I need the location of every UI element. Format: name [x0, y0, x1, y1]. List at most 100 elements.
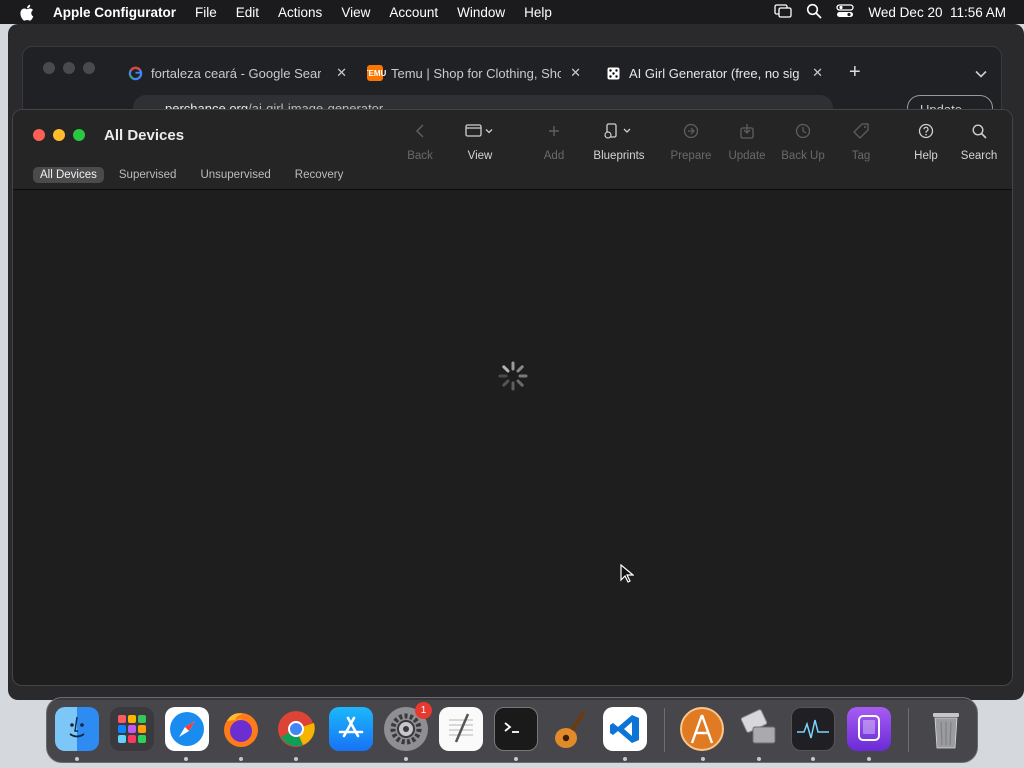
- add-button[interactable]: Add: [522, 120, 586, 162]
- running-indicator: [239, 757, 243, 761]
- activity-monitor-icon[interactable]: [791, 707, 835, 751]
- plus-icon: [522, 120, 586, 142]
- search-label: Search: [960, 150, 998, 162]
- trash-icon[interactable]: [924, 707, 968, 751]
- menu-window[interactable]: Window: [457, 5, 505, 20]
- running-indicator: [184, 757, 188, 761]
- back-up-button[interactable]: Back Up: [771, 120, 835, 162]
- blueprints-button[interactable]: Blueprints: [587, 120, 651, 162]
- menu-file[interactable]: File: [195, 5, 217, 20]
- garageband-icon[interactable]: [548, 707, 592, 751]
- new-tab-icon[interactable]: +: [849, 61, 861, 84]
- search-button[interactable]: Search: [947, 120, 1011, 162]
- temu-icon: TEMU: [367, 65, 386, 81]
- chrome-minimize-button[interactable]: [63, 62, 75, 74]
- window-title: All Devices: [104, 127, 185, 144]
- tab-close-icon[interactable]: ✕: [812, 65, 823, 81]
- update-button[interactable]: Update: [715, 120, 779, 162]
- window-toolbar: All Devices Back View Add Blueprints Pre…: [13, 110, 1012, 190]
- launchpad-icon[interactable]: [110, 707, 154, 751]
- menu-view[interactable]: View: [341, 5, 370, 20]
- chrome-zoom-button[interactable]: [83, 62, 95, 74]
- window-controls: [33, 129, 85, 141]
- view-label: View: [467, 150, 493, 162]
- vscode-icon[interactable]: [603, 707, 647, 751]
- running-indicator: [757, 757, 761, 761]
- simulator-icon[interactable]: [847, 707, 891, 751]
- safari-icon[interactable]: [165, 707, 209, 751]
- tag-label: Tag: [851, 150, 871, 162]
- configurator-window: All Devices Back View Add Blueprints Pre…: [12, 109, 1013, 686]
- menu-clock[interactable]: Wed Dec 20 11:56 AM: [868, 5, 1006, 20]
- migration-assistant-icon[interactable]: [737, 707, 781, 751]
- app-store-icon[interactable]: [329, 707, 373, 751]
- tag-icon: [829, 120, 893, 142]
- apple-menu-icon[interactable]: [19, 4, 35, 21]
- prepare-button[interactable]: Prepare: [659, 120, 723, 162]
- dock: 1: [46, 697, 978, 763]
- window-view-icon: [448, 120, 512, 142]
- running-indicator: [514, 757, 518, 761]
- back-up-label: Back Up: [781, 150, 825, 162]
- back-label: Back: [407, 150, 433, 162]
- prepare-icon: [659, 120, 723, 142]
- running-indicator: [404, 757, 408, 761]
- apple-configurator-icon[interactable]: [680, 707, 724, 751]
- dock-separator: [664, 708, 665, 752]
- chrome-close-button[interactable]: [43, 62, 55, 74]
- dock-separator: [908, 708, 909, 752]
- tab-title: fortaleza ceará - Google Search: [151, 65, 321, 81]
- update-icon: [715, 120, 779, 142]
- menu-edit[interactable]: Edit: [236, 5, 259, 20]
- zoom-button[interactable]: [73, 129, 85, 141]
- tab-close-icon[interactable]: ✕: [336, 65, 347, 81]
- back-up-icon: [771, 120, 835, 142]
- spotlight-search-icon[interactable]: [806, 3, 822, 22]
- tag-button[interactable]: Tag: [829, 120, 893, 162]
- blueprints-icon: [587, 120, 651, 142]
- dice-icon: [605, 65, 621, 81]
- tab-title: AI Girl Generator (free, no sign: [629, 65, 799, 81]
- menu-actions[interactable]: Actions: [278, 5, 322, 20]
- menu-help[interactable]: Help: [524, 5, 552, 20]
- filter-recovery[interactable]: Recovery: [288, 167, 351, 183]
- firefox-icon[interactable]: [219, 707, 263, 751]
- blueprints-label: Blueprints: [593, 150, 645, 162]
- textedit-icon[interactable]: [439, 707, 483, 751]
- system-settings-icon[interactable]: 1: [384, 702, 432, 751]
- browser-tab[interactable]: TEMU Temu | Shop for Clothing, Shoes ✕: [367, 59, 585, 87]
- running-indicator: [811, 757, 815, 761]
- filter-unsupervised[interactable]: Unsupervised: [193, 167, 277, 183]
- running-indicator: [701, 757, 705, 761]
- tab-close-icon[interactable]: ✕: [570, 65, 581, 81]
- device-filter-bar: All Devices Supervised Unsupervised Reco…: [33, 167, 350, 183]
- running-indicator: [294, 757, 298, 761]
- terminal-icon[interactable]: [494, 707, 538, 751]
- update-label: Update: [728, 150, 766, 162]
- add-label: Add: [543, 150, 565, 162]
- loading-spinner-icon: [498, 361, 528, 391]
- finder-icon[interactable]: [55, 707, 99, 751]
- menu-app-name[interactable]: Apple Configurator: [53, 5, 176, 20]
- chrome-icon[interactable]: [274, 707, 318, 751]
- chevron-down-icon[interactable]: [975, 65, 987, 83]
- screen-mirroring-icon[interactable]: [774, 3, 793, 21]
- filter-all-devices[interactable]: All Devices: [33, 167, 104, 183]
- control-center-icon[interactable]: [836, 3, 855, 21]
- google-icon: [127, 65, 143, 81]
- browser-tab-active[interactable]: AI Girl Generator (free, no sign ✕: [605, 59, 827, 87]
- close-button[interactable]: [33, 129, 45, 141]
- view-button[interactable]: View: [448, 120, 512, 162]
- search-icon: [947, 120, 1011, 142]
- running-indicator: [75, 757, 79, 761]
- chevron-left-icon: [388, 120, 452, 142]
- mouse-pointer-icon: [620, 564, 634, 583]
- filter-supervised[interactable]: Supervised: [112, 167, 184, 183]
- menu-account[interactable]: Account: [389, 5, 438, 20]
- running-indicator: [623, 757, 627, 761]
- browser-tab[interactable]: fortaleza ceará - Google Search ✕: [127, 59, 351, 87]
- prepare-label: Prepare: [670, 150, 712, 162]
- minimize-button[interactable]: [53, 129, 65, 141]
- back-button[interactable]: Back: [388, 120, 452, 162]
- menu-bar: Apple Configurator File Edit Actions Vie…: [0, 0, 1024, 24]
